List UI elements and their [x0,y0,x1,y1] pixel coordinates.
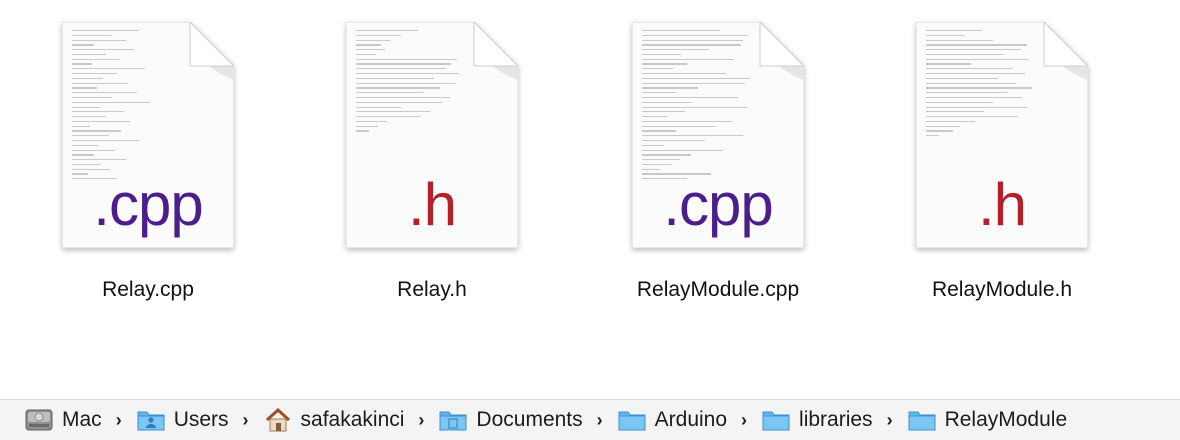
path-item-label: RelayModule [944,408,1068,431]
path-item-relaymodule[interactable]: RelayModule [907,407,1068,433]
cpp-file-icon: .cpp [62,22,234,248]
path-item-arduino[interactable]: Arduino [617,407,727,433]
path-item-label: Documents [476,408,583,431]
chevron-right-icon: › [418,409,425,430]
h-file-icon: .h [916,22,1088,248]
documents-folder-icon [438,407,468,433]
file-extension-label: .cpp [663,171,773,238]
file-item-relaymodule-h[interactable]: .h RelayModule.h [902,22,1102,322]
file-name[interactable]: Relay.cpp [102,278,194,302]
h-file-icon: .h [346,22,518,248]
file-grid: .cpp Relay.cpp .h Relay.h .cpp RelayModu… [0,0,1180,385]
file-name[interactable]: RelayModule.h [932,278,1072,302]
folder-icon [761,407,791,433]
file-item-relay-cpp[interactable]: .cpp Relay.cpp [48,22,248,322]
path-item-documents[interactable]: Documents [438,407,583,433]
code-preview [356,30,468,180]
chevron-right-icon: › [741,409,748,430]
chevron-right-icon: › [115,409,122,430]
home-icon [263,407,293,433]
path-item-label: safakakinci [300,408,405,431]
hard-drive-icon [24,407,54,433]
chevron-right-icon: › [596,409,603,430]
path-item-home[interactable]: safakakinci [263,407,405,433]
file-item-relaymodule-cpp[interactable]: .cpp RelayModule.cpp [618,22,818,322]
path-item-mac[interactable]: Mac [24,407,102,433]
file-item-relay-h[interactable]: .h Relay.h [332,22,532,322]
file-extension-label: .h [977,171,1027,238]
code-preview [926,30,1038,180]
path-item-label: Arduino [654,408,728,431]
path-bar: Mac › Users › safakakinci › Documents › … [0,399,1180,440]
file-name[interactable]: Relay.h [397,278,467,302]
file-name[interactable]: RelayModule.cpp [637,278,799,302]
cpp-file-icon: .cpp [632,22,804,248]
chevron-right-icon: › [886,409,893,430]
path-item-libraries[interactable]: libraries [761,407,873,433]
code-preview [72,30,184,180]
path-item-label: Mac [62,408,102,431]
chevron-right-icon: › [242,409,249,430]
folder-icon [617,407,647,433]
path-item-label: libraries [799,408,873,431]
path-item-users[interactable]: Users [136,407,229,433]
users-folder-icon [136,407,166,433]
code-preview [642,30,754,180]
file-extension-label: .cpp [93,171,203,238]
path-item-label: Users [173,408,229,431]
folder-icon [907,407,937,433]
file-extension-label: .h [407,171,457,238]
